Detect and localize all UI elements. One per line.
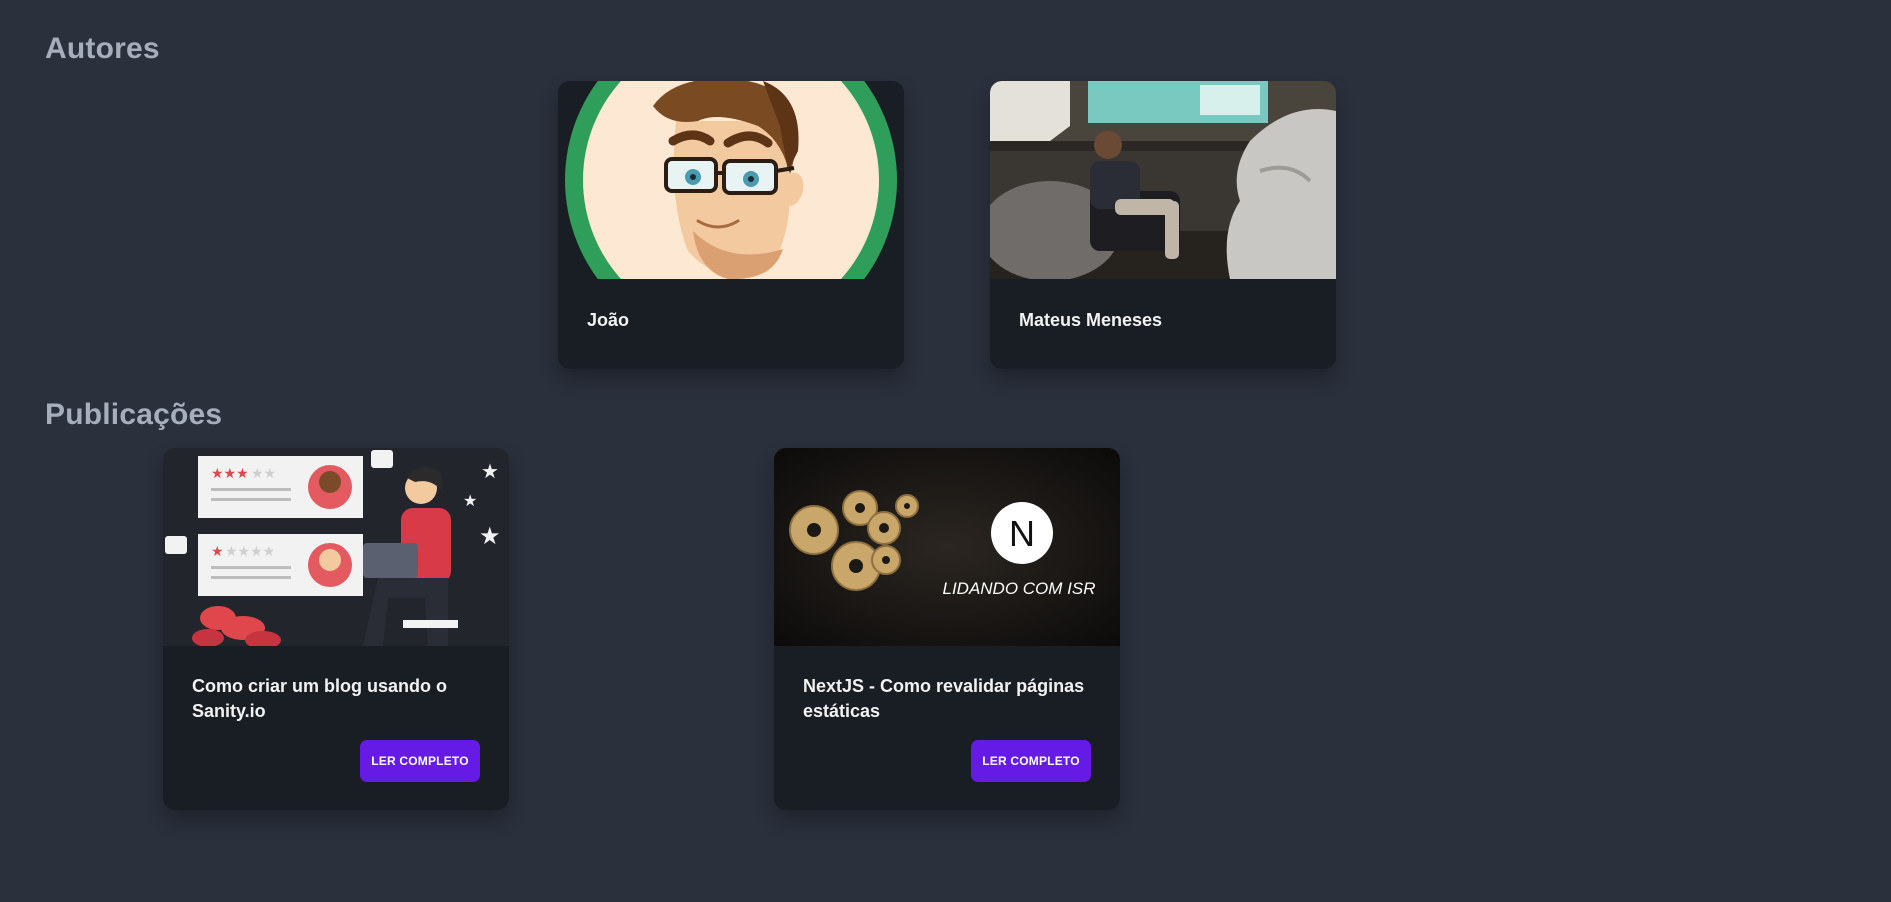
author-photo-image bbox=[990, 81, 1336, 279]
svg-text:★: ★ bbox=[479, 522, 501, 550]
post-title[interactable]: NextJS - Como revalidar páginas estática… bbox=[803, 674, 1093, 724]
svg-text:★★★★: ★★★★ bbox=[225, 544, 275, 560]
read-more-button[interactable]: LER COMPLETO bbox=[971, 740, 1091, 782]
svg-text:N: N bbox=[1009, 513, 1035, 554]
author-card[interactable]: Mateus Meneses bbox=[990, 81, 1336, 369]
read-more-button[interactable]: LER COMPLETO bbox=[360, 740, 480, 782]
post-cover-image: ★★★ ★★ ★ ★★★★ ★ ★ ★ bbox=[163, 448, 509, 646]
post-cover-image: N LIDANDO COM ISR bbox=[774, 448, 1120, 646]
svg-text:LIDANDO COM ISR: LIDANDO COM ISR bbox=[942, 579, 1095, 598]
svg-text:★: ★ bbox=[211, 544, 224, 560]
post-card[interactable]: ★★★ ★★ ★ ★★★★ ★ ★ ★ Como criar um blog u… bbox=[163, 448, 509, 810]
authors-section-title: Autores bbox=[45, 32, 160, 65]
author-avatar-image bbox=[558, 81, 904, 279]
svg-text:★: ★ bbox=[463, 491, 477, 510]
svg-text:★★★: ★★★ bbox=[211, 466, 249, 482]
svg-text:★★: ★★ bbox=[251, 466, 276, 482]
posts-section-title: Publicações bbox=[45, 398, 223, 431]
post-title[interactable]: Como criar um blog usando o Sanity.io bbox=[192, 674, 482, 724]
svg-text:★: ★ bbox=[481, 459, 499, 483]
post-card[interactable]: N LIDANDO COM ISR NextJS - Como revalida… bbox=[774, 448, 1120, 810]
author-card[interactable]: João bbox=[558, 81, 904, 369]
author-name: João bbox=[587, 310, 630, 330]
author-name: Mateus Meneses bbox=[1019, 310, 1163, 330]
